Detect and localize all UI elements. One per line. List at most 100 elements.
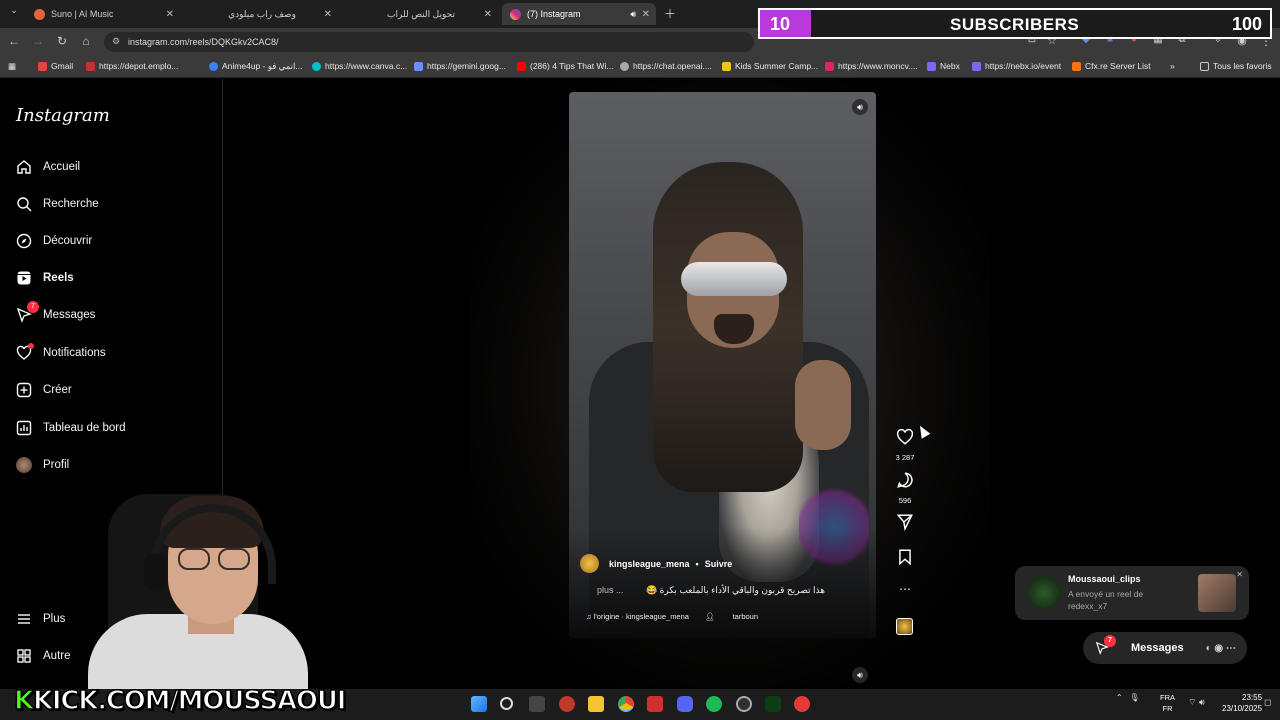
tab-search-button[interactable]: ⌄ xyxy=(6,5,22,16)
windows-start-icon[interactable] xyxy=(471,696,487,712)
task-view-icon[interactable] xyxy=(529,696,545,712)
spotify-icon[interactable] xyxy=(706,696,722,712)
caption-more-link[interactable]: plus ... xyxy=(597,585,624,596)
notification-bell-icon[interactable]: ◻ xyxy=(1264,697,1271,708)
terminal-icon[interactable] xyxy=(765,696,781,712)
forward-button[interactable]: → xyxy=(30,34,46,48)
more-options-button[interactable]: ⋯ xyxy=(893,582,917,596)
youtube-icon xyxy=(86,61,95,71)
windows-taskbar xyxy=(380,689,1280,720)
keyboard-layout: FR xyxy=(1162,704,1173,713)
gmail-icon xyxy=(38,61,47,71)
bookmark-canva[interactable]: https://www.canva.c... xyxy=(312,61,407,71)
youtube-icon xyxy=(517,61,526,71)
bookmark-nebx[interactable]: Nebx xyxy=(927,61,960,71)
wifi-volume-icon[interactable]: ⌔ 🔊︎ xyxy=(1188,697,1205,708)
nav-messages[interactable]: 7 Messages xyxy=(16,301,95,327)
instagram-favicon-icon xyxy=(510,8,521,20)
close-tab-icon[interactable]: ✕ xyxy=(484,9,492,20)
search-icon[interactable] xyxy=(500,697,513,710)
close-tab-icon[interactable]: ✕ xyxy=(642,9,650,20)
nav-autre[interactable]: Autre xyxy=(16,644,71,668)
home-icon[interactable]: ⌂ xyxy=(78,34,94,48)
system-tray[interactable]: ⌃ 🎙︎ xyxy=(1116,693,1140,702)
speaker-icon[interactable]: 🔊︎ xyxy=(630,9,636,20)
bookmark-icon xyxy=(899,549,911,566)
streamer-webcam xyxy=(78,484,308,689)
site-info-icon[interactable]: ⚙ xyxy=(112,36,120,47)
close-tab-icon[interactable]: ✕ xyxy=(324,9,332,20)
bookmark-depot[interactable]: https://depot.emplo... xyxy=(86,61,178,71)
tab-rap-description[interactable]: وصف راب ميلودي ✕ xyxy=(186,3,338,25)
nav-notifications[interactable]: Notifications xyxy=(16,341,106,365)
bookmark-chatgpt[interactable]: https://chat.openai.... xyxy=(620,61,712,71)
notification-message: A envoyé un reel de redexx_x7 xyxy=(1068,589,1144,611)
new-tab-button[interactable]: ＋ xyxy=(662,5,678,22)
language-indicator[interactable]: FRA FR xyxy=(1160,692,1175,714)
back-button[interactable]: ← xyxy=(6,34,22,48)
tagged-user[interactable]: 👤︎ tarboun xyxy=(705,612,774,621)
bookmark-nebx-event[interactable]: https://nebx.io/event xyxy=(972,61,1061,71)
bookmark-anime4up[interactable]: Anime4up - انمي فو... xyxy=(209,61,302,72)
chrome-icon[interactable] xyxy=(618,696,634,712)
volume-icon[interactable]: 🔊︎ xyxy=(852,99,868,115)
nav-label: Reels xyxy=(43,272,74,284)
nebx-icon xyxy=(927,61,936,71)
hamburger-menu-icon xyxy=(16,611,32,627)
original-audio-link[interactable]: ♫ l'origine · kingsleague_mena xyxy=(586,612,689,621)
messages-pill-button[interactable]: 7 Messages ◐ ◉ ⋯ xyxy=(1083,632,1247,664)
app-icon[interactable] xyxy=(794,696,810,712)
audio-thumbnail[interactable] xyxy=(896,618,913,635)
comment-button[interactable]: 596 xyxy=(893,471,917,505)
nav-label: Découvrir xyxy=(43,235,93,247)
nav-profil[interactable]: Profil xyxy=(16,453,69,477)
like-button[interactable]: 3 287 xyxy=(893,428,917,462)
author-username[interactable]: kingsleague_mena xyxy=(609,559,690,569)
messages-badge: 7 xyxy=(1104,635,1116,647)
obs-icon[interactable] xyxy=(736,696,752,712)
tab-instagram[interactable]: (7) Instagram 🔊︎ ✕ xyxy=(502,3,656,25)
tab-suno[interactable]: Suno | AI Music ✕ xyxy=(26,3,180,25)
bookmark-kids-camp[interactable]: Kids Summer Camp... xyxy=(722,61,818,71)
tab-title: Suno | AI Music xyxy=(51,9,114,19)
discord-icon[interactable] xyxy=(677,696,693,712)
apps-grid-icon[interactable]: ▦ xyxy=(8,61,16,72)
gemini-icon xyxy=(414,61,423,71)
author-avatar[interactable] xyxy=(580,554,599,573)
close-icon[interactable]: ✕ xyxy=(1236,570,1243,579)
nav-tableau-de-bord[interactable]: Tableau de bord xyxy=(16,416,125,440)
nav-creer[interactable]: Créer xyxy=(16,378,72,402)
nav-label: Accueil xyxy=(43,161,81,173)
url-input[interactable]: ⚙ instagram.com/reels/DQKGkv2CAC8/ xyxy=(104,32,754,52)
bookmark-moncv[interactable]: https://www.moncv.... xyxy=(825,61,918,71)
instagram-logo[interactable]: Instagram xyxy=(16,105,110,126)
bookmark-gmail[interactable]: Gmail xyxy=(38,61,73,71)
volume-icon[interactable]: 🔊︎ xyxy=(852,667,868,683)
all-bookmarks-folder[interactable]: Tous les favoris xyxy=(1200,61,1272,71)
taskbar-clock[interactable]: 23:55 23/10/2025 xyxy=(1222,692,1262,714)
app-icon[interactable] xyxy=(647,696,663,712)
share-button[interactable] xyxy=(893,513,917,536)
more-bookmarks-chevron-icon[interactable]: » xyxy=(1170,61,1175,71)
bookmark-gemini[interactable]: https://gemini.goog... xyxy=(414,61,506,71)
reload-button[interactable]: ↻ xyxy=(54,34,70,48)
separator-dot: • xyxy=(695,558,699,569)
bookmark-youtube-tips[interactable]: (286) 4 Tips That Wi... xyxy=(517,61,613,71)
app-icon[interactable] xyxy=(559,696,575,712)
file-explorer-icon[interactable] xyxy=(588,696,604,712)
follow-button[interactable]: Suivre xyxy=(705,559,733,569)
messenger-icon: 7 xyxy=(16,301,39,323)
nav-accueil[interactable]: Accueil xyxy=(16,155,80,179)
reel-caption[interactable]: plus ... هذا تصريح قربون والباقي الأداء … xyxy=(597,585,825,596)
dm-notification-toast[interactable]: Moussaoui_clips A envoyé un reel de rede… xyxy=(1015,566,1249,620)
close-tab-icon[interactable]: ✕ xyxy=(166,9,174,20)
nav-plus[interactable]: Plus xyxy=(16,607,65,631)
bookmark-cfx[interactable]: Cfx.re Server List xyxy=(1072,61,1151,71)
save-button[interactable] xyxy=(893,548,917,571)
tab-text-to-rap[interactable]: تحويل النص للراب ✕ xyxy=(344,3,498,25)
nav-decouvrir[interactable]: Découvrir xyxy=(16,229,92,253)
nav-recherche[interactable]: Recherche xyxy=(16,192,99,216)
nav-reels[interactable]: Reels xyxy=(16,266,74,290)
sender-username: Moussaoui_clips xyxy=(1068,574,1141,584)
reel-thumbnail xyxy=(1198,574,1236,612)
